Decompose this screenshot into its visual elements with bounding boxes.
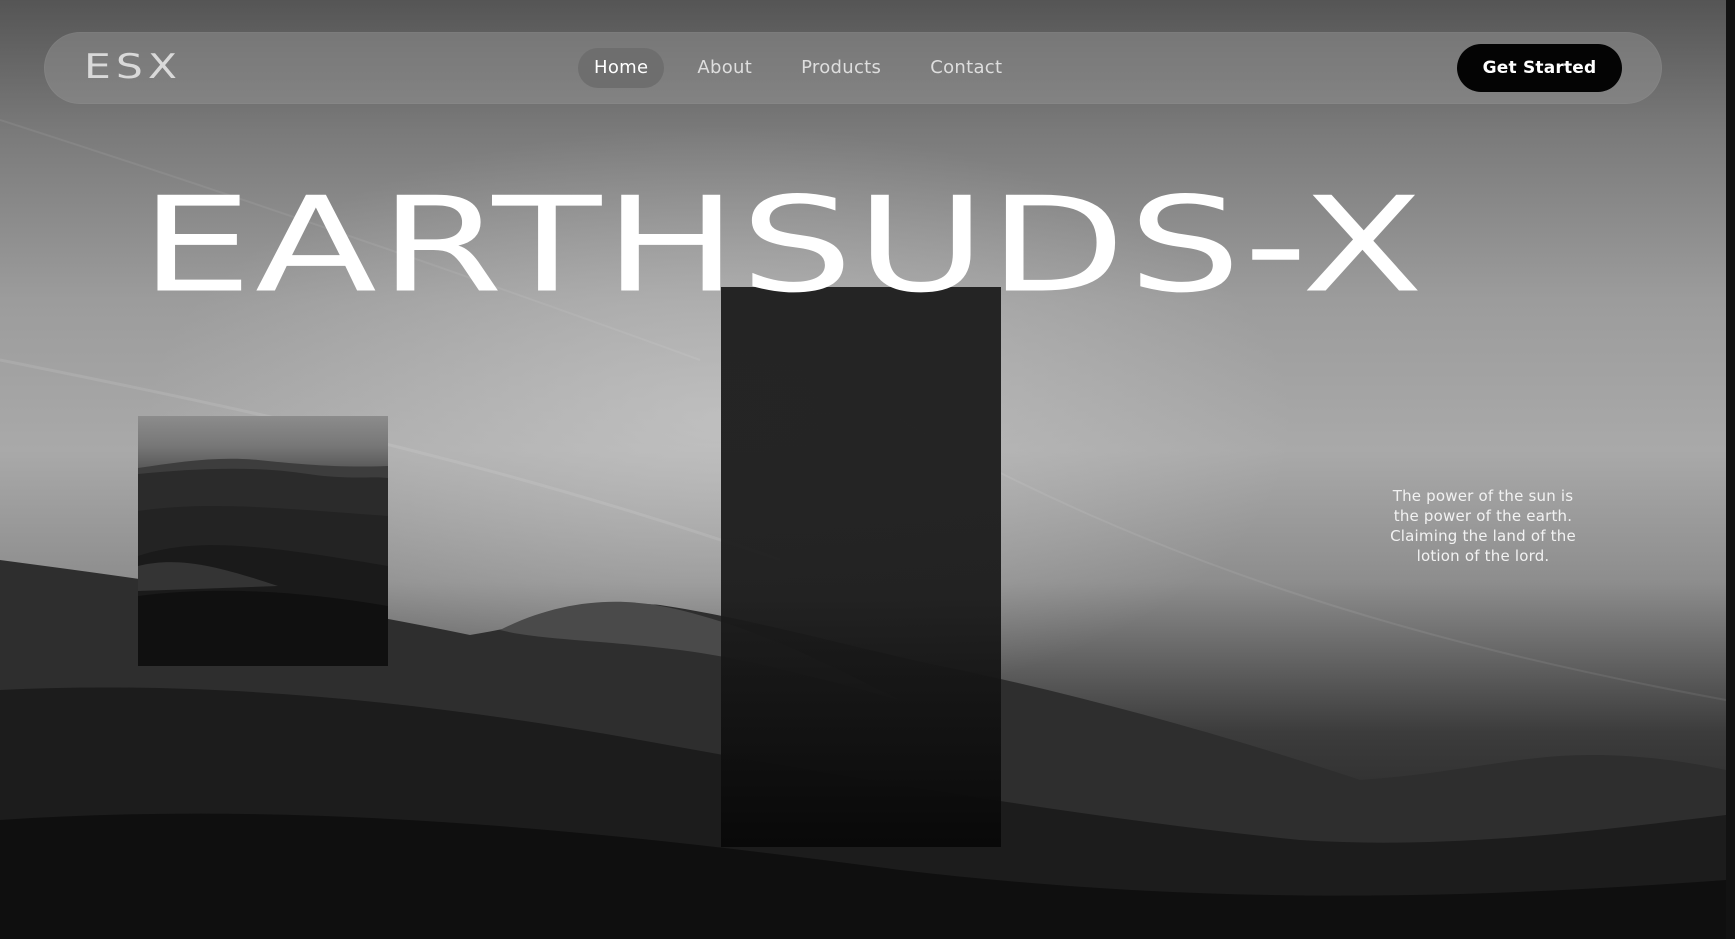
nav-item-about[interactable]: About [681, 48, 768, 88]
page: ESX Home About Products Contact Get Star… [0, 0, 1735, 939]
top-navbar: ESX Home About Products Contact Get Star… [44, 32, 1662, 104]
brand-logo[interactable]: ESX [84, 47, 182, 87]
nav-item-home[interactable]: Home [578, 48, 665, 88]
nav-item-products[interactable]: Products [785, 48, 897, 88]
dune-thumbnail-image [138, 416, 388, 666]
dune-thumbnail-graphic [138, 458, 388, 666]
hero-tagline: The power of the sun is the power of the… [1390, 487, 1576, 565]
nav-item-contact[interactable]: Contact [914, 48, 1018, 88]
page-edge [1726, 0, 1735, 939]
hero-tall-image-panel [721, 287, 1001, 847]
hero-headline: EARTHSUDS-X [140, 169, 1426, 322]
get-started-button[interactable]: Get Started [1457, 44, 1622, 92]
nav-links: Home About Products Contact [578, 48, 1035, 88]
